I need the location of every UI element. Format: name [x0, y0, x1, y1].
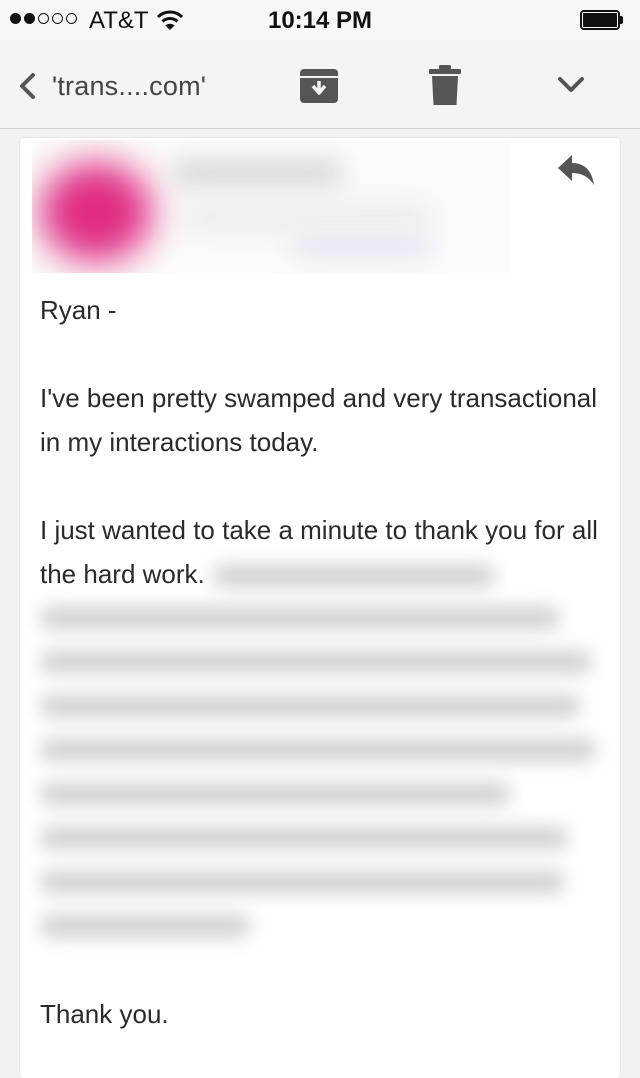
body-paragraph-2: I just wanted to take a minute to thank … — [40, 508, 600, 596]
message-card: Ryan - I've been pretty swamped and very… — [20, 138, 620, 1078]
battery-icon — [580, 10, 624, 30]
redacted-text — [212, 565, 495, 588]
body-paragraph-1: I've been pretty swamped and very transa… — [40, 383, 598, 457]
sender-header[interactable] — [32, 140, 510, 273]
status-bar: AT&T 10:14 PM — [0, 0, 640, 40]
back-button[interactable]: 'trans....com' — [14, 66, 244, 106]
message-toolbar: 'trans....com' — [0, 40, 640, 129]
redacted-sender-address — [182, 202, 432, 232]
greeting-text: Ryan - — [40, 295, 117, 325]
message-body: Ryan - I've been pretty swamped and very… — [40, 288, 600, 1036]
avatar — [40, 162, 152, 262]
reply-icon[interactable] — [554, 152, 598, 192]
redacted-text-block — [40, 596, 600, 948]
redacted-sender-name — [172, 160, 342, 186]
status-time: 10:14 PM — [267, 7, 373, 34]
trash-icon[interactable] — [428, 64, 462, 106]
chevron-down-icon[interactable] — [553, 70, 589, 100]
redacted-date — [292, 235, 432, 259]
closing-text: Thank you. — [40, 999, 169, 1029]
sender-short-label: 'trans....com' — [52, 70, 207, 101]
chevron-left-icon — [20, 73, 35, 99]
archive-icon[interactable] — [299, 66, 339, 106]
